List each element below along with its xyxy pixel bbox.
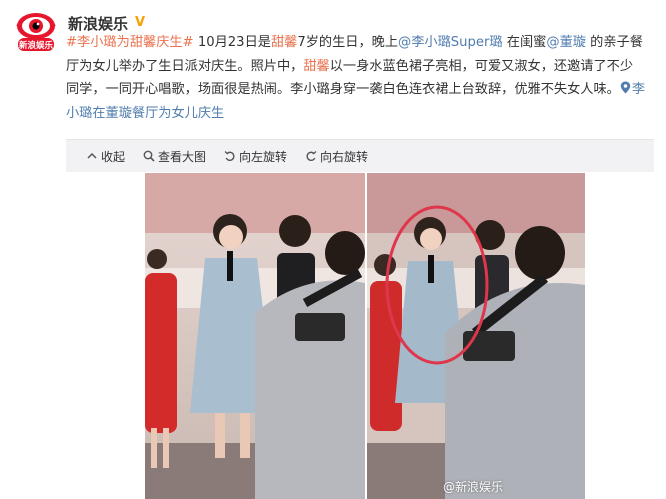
view-large-button[interactable]: 查看大图 — [143, 148, 206, 165]
view-large-label[interactable]: 查看大图 — [158, 148, 206, 165]
keyword-link[interactable]: 甜馨 — [303, 59, 329, 74]
hashtag-link[interactable]: #李小璐为甜馨庆生# — [66, 35, 194, 50]
image-toolbar: 收起 查看大图 向左旋转 向右旋转 — [66, 139, 654, 172]
post-text-segment: 在闺蜜 — [502, 35, 547, 50]
mention-link[interactable]: @董璇 — [546, 35, 586, 50]
rotate-right-icon — [306, 151, 317, 162]
keyword-link[interactable]: 甜馨 — [271, 35, 297, 50]
collapse-button[interactable]: 收起 — [86, 148, 125, 165]
avatar[interactable]: 新浪娱乐 — [14, 10, 58, 54]
post-text-segment: 10月23日是 — [193, 35, 271, 50]
post-text: #李小璐为甜馨庆生# 10月23日是甜馨7岁的生日，晚上@李小璐Super璐 在… — [66, 31, 646, 125]
collapse-label[interactable]: 收起 — [101, 148, 125, 165]
post-text-segment: 7岁的生日，晚上 — [297, 35, 399, 50]
collapse-icon — [87, 152, 97, 159]
party-photo-illustration — [145, 173, 585, 499]
rotate-left-button[interactable]: 向左旋转 — [224, 148, 287, 165]
mention-link[interactable]: @李小璐Super璐 — [398, 35, 503, 50]
location-pin-icon — [620, 81, 631, 94]
rotate-right-button[interactable]: 向右旋转 — [305, 148, 368, 165]
post-photo[interactable]: @新浪娱乐 — [145, 173, 585, 499]
svg-text:新浪娱乐: 新浪娱乐 — [19, 40, 54, 51]
hashtag-name[interactable]: 甜馨 — [130, 35, 156, 50]
magnifier-icon — [143, 150, 155, 162]
verified-badge-icon: V — [133, 15, 148, 30]
watermark: @新浪娱乐 — [443, 478, 503, 495]
rotate-right-label[interactable]: 向右旋转 — [320, 148, 368, 165]
watermark-text: @新浪娱乐 — [442, 480, 503, 494]
sina-eye-logo-icon: 新浪娱乐 — [16, 13, 56, 51]
rotate-left-icon — [224, 151, 235, 162]
rotate-left-label[interactable]: 向左旋转 — [239, 148, 287, 165]
